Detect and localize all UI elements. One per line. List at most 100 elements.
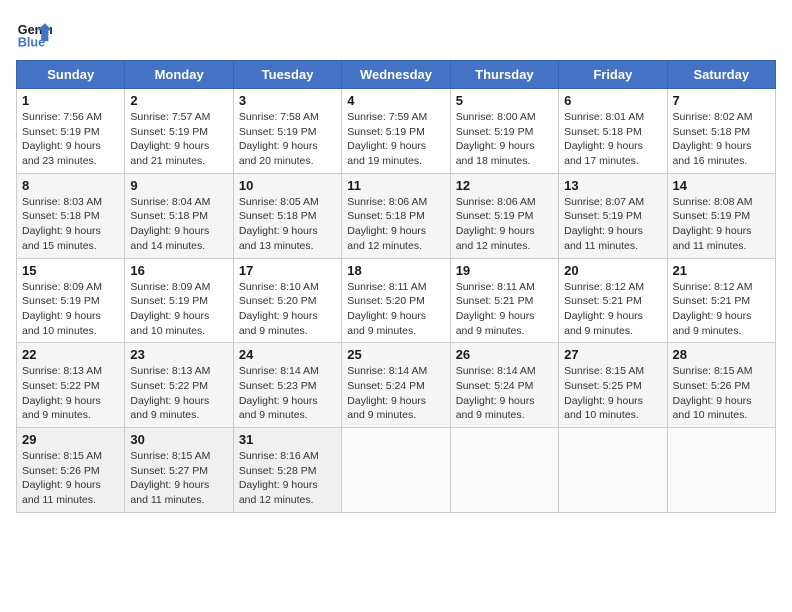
logo-icon: General Blue	[16, 16, 52, 52]
calendar-cell: 23 Sunrise: 8:13 AMSunset: 5:22 PMDaylig…	[125, 343, 233, 428]
calendar-cell: 24 Sunrise: 8:14 AMSunset: 5:23 PMDaylig…	[233, 343, 341, 428]
day-number: 19	[456, 263, 553, 278]
day-info: Sunrise: 8:08 AMSunset: 5:19 PMDaylight:…	[673, 196, 753, 252]
weekday-header-sunday: Sunday	[17, 61, 125, 89]
day-number: 31	[239, 432, 336, 447]
day-info: Sunrise: 7:58 AMSunset: 5:19 PMDaylight:…	[239, 111, 319, 167]
calendar-cell: 12 Sunrise: 8:06 AMSunset: 5:19 PMDaylig…	[450, 173, 558, 258]
svg-text:Blue: Blue	[18, 36, 45, 50]
day-number: 10	[239, 178, 336, 193]
day-number: 11	[347, 178, 444, 193]
calendar-cell: 22 Sunrise: 8:13 AMSunset: 5:22 PMDaylig…	[17, 343, 125, 428]
day-info: Sunrise: 8:12 AMSunset: 5:21 PMDaylight:…	[673, 281, 753, 337]
calendar-cell: 29 Sunrise: 8:15 AMSunset: 5:26 PMDaylig…	[17, 428, 125, 513]
day-number: 12	[456, 178, 553, 193]
weekday-header-friday: Friday	[559, 61, 667, 89]
day-info: Sunrise: 8:15 AMSunset: 5:26 PMDaylight:…	[22, 450, 102, 506]
day-number: 30	[130, 432, 227, 447]
day-number: 27	[564, 347, 661, 362]
calendar-week-3: 15 Sunrise: 8:09 AMSunset: 5:19 PMDaylig…	[17, 258, 776, 343]
day-info: Sunrise: 8:16 AMSunset: 5:28 PMDaylight:…	[239, 450, 319, 506]
day-info: Sunrise: 8:04 AMSunset: 5:18 PMDaylight:…	[130, 196, 210, 252]
day-info: Sunrise: 8:12 AMSunset: 5:21 PMDaylight:…	[564, 281, 644, 337]
day-number: 8	[22, 178, 119, 193]
day-number: 29	[22, 432, 119, 447]
weekday-header-row: SundayMondayTuesdayWednesdayThursdayFrid…	[17, 61, 776, 89]
day-info: Sunrise: 8:06 AMSunset: 5:19 PMDaylight:…	[456, 196, 536, 252]
day-number: 25	[347, 347, 444, 362]
calendar-cell: 4 Sunrise: 7:59 AMSunset: 5:19 PMDayligh…	[342, 89, 450, 174]
calendar-cell: 6 Sunrise: 8:01 AMSunset: 5:18 PMDayligh…	[559, 89, 667, 174]
day-number: 3	[239, 93, 336, 108]
calendar-week-1: 1 Sunrise: 7:56 AMSunset: 5:19 PMDayligh…	[17, 89, 776, 174]
day-info: Sunrise: 8:15 AMSunset: 5:27 PMDaylight:…	[130, 450, 210, 506]
day-number: 7	[673, 93, 770, 108]
calendar-cell: 26 Sunrise: 8:14 AMSunset: 5:24 PMDaylig…	[450, 343, 558, 428]
calendar-cell: 30 Sunrise: 8:15 AMSunset: 5:27 PMDaylig…	[125, 428, 233, 513]
weekday-header-tuesday: Tuesday	[233, 61, 341, 89]
calendar-cell	[450, 428, 558, 513]
calendar-week-2: 8 Sunrise: 8:03 AMSunset: 5:18 PMDayligh…	[17, 173, 776, 258]
calendar-cell: 14 Sunrise: 8:08 AMSunset: 5:19 PMDaylig…	[667, 173, 775, 258]
day-info: Sunrise: 8:14 AMSunset: 5:23 PMDaylight:…	[239, 365, 319, 421]
day-info: Sunrise: 7:57 AMSunset: 5:19 PMDaylight:…	[130, 111, 210, 167]
weekday-header-thursday: Thursday	[450, 61, 558, 89]
day-info: Sunrise: 8:14 AMSunset: 5:24 PMDaylight:…	[456, 365, 536, 421]
calendar-cell: 25 Sunrise: 8:14 AMSunset: 5:24 PMDaylig…	[342, 343, 450, 428]
day-number: 28	[673, 347, 770, 362]
calendar-cell: 11 Sunrise: 8:06 AMSunset: 5:18 PMDaylig…	[342, 173, 450, 258]
calendar-cell: 3 Sunrise: 7:58 AMSunset: 5:19 PMDayligh…	[233, 89, 341, 174]
day-info: Sunrise: 8:10 AMSunset: 5:20 PMDaylight:…	[239, 281, 319, 337]
calendar-cell: 2 Sunrise: 7:57 AMSunset: 5:19 PMDayligh…	[125, 89, 233, 174]
day-number: 17	[239, 263, 336, 278]
calendar-cell	[559, 428, 667, 513]
calendar-cell: 31 Sunrise: 8:16 AMSunset: 5:28 PMDaylig…	[233, 428, 341, 513]
calendar-cell: 13 Sunrise: 8:07 AMSunset: 5:19 PMDaylig…	[559, 173, 667, 258]
day-number: 20	[564, 263, 661, 278]
day-info: Sunrise: 7:56 AMSunset: 5:19 PMDaylight:…	[22, 111, 102, 167]
calendar-cell: 18 Sunrise: 8:11 AMSunset: 5:20 PMDaylig…	[342, 258, 450, 343]
day-info: Sunrise: 8:11 AMSunset: 5:21 PMDaylight:…	[456, 281, 535, 337]
day-info: Sunrise: 8:01 AMSunset: 5:18 PMDaylight:…	[564, 111, 644, 167]
day-number: 26	[456, 347, 553, 362]
calendar-cell: 10 Sunrise: 8:05 AMSunset: 5:18 PMDaylig…	[233, 173, 341, 258]
day-info: Sunrise: 8:09 AMSunset: 5:19 PMDaylight:…	[130, 281, 210, 337]
page-header: General Blue	[16, 16, 776, 52]
calendar-cell: 21 Sunrise: 8:12 AMSunset: 5:21 PMDaylig…	[667, 258, 775, 343]
day-number: 13	[564, 178, 661, 193]
calendar-cell: 5 Sunrise: 8:00 AMSunset: 5:19 PMDayligh…	[450, 89, 558, 174]
calendar-cell: 19 Sunrise: 8:11 AMSunset: 5:21 PMDaylig…	[450, 258, 558, 343]
day-number: 14	[673, 178, 770, 193]
day-number: 2	[130, 93, 227, 108]
day-info: Sunrise: 8:14 AMSunset: 5:24 PMDaylight:…	[347, 365, 427, 421]
day-number: 9	[130, 178, 227, 193]
day-number: 6	[564, 93, 661, 108]
day-number: 21	[673, 263, 770, 278]
day-info: Sunrise: 8:03 AMSunset: 5:18 PMDaylight:…	[22, 196, 102, 252]
day-info: Sunrise: 8:00 AMSunset: 5:19 PMDaylight:…	[456, 111, 536, 167]
calendar-cell: 16 Sunrise: 8:09 AMSunset: 5:19 PMDaylig…	[125, 258, 233, 343]
weekday-header-saturday: Saturday	[667, 61, 775, 89]
day-info: Sunrise: 8:06 AMSunset: 5:18 PMDaylight:…	[347, 196, 427, 252]
day-number: 24	[239, 347, 336, 362]
day-number: 15	[22, 263, 119, 278]
day-info: Sunrise: 8:11 AMSunset: 5:20 PMDaylight:…	[347, 281, 426, 337]
day-number: 5	[456, 93, 553, 108]
day-info: Sunrise: 8:05 AMSunset: 5:18 PMDaylight:…	[239, 196, 319, 252]
day-info: Sunrise: 8:15 AMSunset: 5:25 PMDaylight:…	[564, 365, 644, 421]
day-number: 18	[347, 263, 444, 278]
day-info: Sunrise: 8:07 AMSunset: 5:19 PMDaylight:…	[564, 196, 644, 252]
day-info: Sunrise: 7:59 AMSunset: 5:19 PMDaylight:…	[347, 111, 427, 167]
day-number: 22	[22, 347, 119, 362]
calendar-week-5: 29 Sunrise: 8:15 AMSunset: 5:26 PMDaylig…	[17, 428, 776, 513]
calendar-cell	[667, 428, 775, 513]
calendar-cell	[342, 428, 450, 513]
day-number: 16	[130, 263, 227, 278]
day-number: 23	[130, 347, 227, 362]
calendar-cell: 28 Sunrise: 8:15 AMSunset: 5:26 PMDaylig…	[667, 343, 775, 428]
calendar-cell: 15 Sunrise: 8:09 AMSunset: 5:19 PMDaylig…	[17, 258, 125, 343]
day-info: Sunrise: 8:02 AMSunset: 5:18 PMDaylight:…	[673, 111, 753, 167]
calendar-cell: 20 Sunrise: 8:12 AMSunset: 5:21 PMDaylig…	[559, 258, 667, 343]
calendar-cell: 17 Sunrise: 8:10 AMSunset: 5:20 PMDaylig…	[233, 258, 341, 343]
weekday-header-wednesday: Wednesday	[342, 61, 450, 89]
